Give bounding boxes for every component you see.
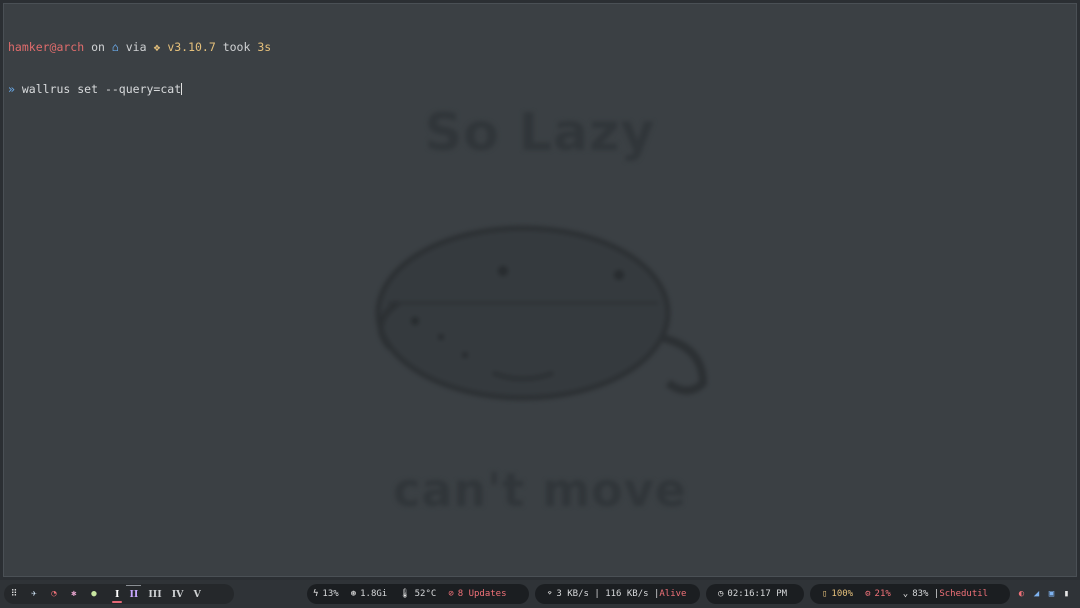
workspace-4[interactable]: IV — [167, 585, 189, 603]
command-duration: 3s — [257, 40, 272, 54]
prompt-on: on — [84, 40, 112, 54]
network-stats[interactable]: ⌔ 3 KB/s | 116 KB/s | Alive — [535, 584, 700, 604]
temperature: 🌡︎ 52°C — [399, 589, 437, 599]
system-stats: ϟ 13% ⊛ 1.8Gi 🌡︎ 52°C ⊘ 8 Updates — [307, 584, 529, 604]
slack-icon[interactable]: ✱ — [64, 589, 84, 599]
power-stats: ▯ 100% ⚙ 21% ⌄ 83% | Schedutil — [810, 584, 1010, 604]
command-input[interactable]: wallrus set --query=cat — [22, 82, 181, 96]
python-version: v3.10.7 — [167, 40, 216, 54]
desktop: So Lazy can't move hamker@arch on ⌂ via … — [0, 0, 1080, 608]
telegram-icon[interactable]: ✈ — [24, 589, 44, 599]
cpu-governor: Schedutil — [939, 589, 989, 599]
cpu-icon: ⚙ — [865, 589, 871, 599]
updates-icon: ⊘ — [448, 589, 454, 599]
battery-charge: ϟ 13% — [313, 589, 339, 599]
wifi-icon: ⌔ — [547, 589, 553, 599]
terminal-output[interactable]: hamker@arch on ⌂ via ❖ v3.10.7 took 3s »… — [8, 12, 271, 124]
updates[interactable]: ⊘ 8 Updates — [448, 589, 506, 599]
clock-time: 02:16:17 PM — [727, 589, 788, 599]
prompt-symbol: » — [8, 82, 15, 96]
memory-icon: ⊛ — [350, 589, 357, 599]
cpu: ⚙ 21% — [865, 589, 891, 599]
battery-icon[interactable]: ▮ — [1059, 589, 1074, 599]
network: ⌔ 3 KB/s | 116 KB/s | Alive — [547, 589, 687, 599]
user-host: hamker@arch — [8, 40, 85, 54]
thermometer-icon: 🌡︎ — [399, 589, 411, 599]
workspace-2[interactable]: II — [124, 585, 143, 603]
taskbar: ⠿ ✈ ◔ ✱ ● I II III IV V ϟ 13% ⊛ 1.8Gi 🌡︎ 52… — [0, 580, 1080, 608]
clock[interactable]: ◷ 02:16:17 PM — [706, 584, 804, 604]
terminal-window[interactable]: So Lazy can't move hamker@arch on ⌂ via … — [3, 3, 1077, 577]
spotify-icon[interactable]: ● — [84, 589, 104, 599]
signal-icon[interactable]: ◢ — [1029, 589, 1044, 599]
network-status: Alive — [659, 589, 687, 599]
workspace-5[interactable]: V — [189, 585, 206, 603]
prompt-took: took — [215, 40, 258, 54]
command-line[interactable]: » wallrus set --query=cat — [8, 82, 271, 96]
text-cursor — [181, 83, 183, 95]
lightning-icon: ϟ — [313, 589, 319, 599]
app-grid-icon[interactable]: ⠿ — [4, 589, 24, 599]
workspace-1[interactable]: I — [110, 585, 124, 603]
battery: ▯ 100% — [822, 589, 854, 599]
clock-icon: ◷ — [718, 589, 724, 599]
python-icon: ❖ — [153, 40, 161, 54]
printer-icon[interactable]: ▣ — [1044, 589, 1059, 599]
wallpaper-caption: can't move — [393, 463, 687, 517]
brightness-governor: ⌄ 83% | Schedutil — [902, 589, 989, 599]
battery-full-icon: ▯ — [822, 589, 828, 599]
chevron-down-icon: ⌄ — [902, 589, 909, 599]
workspace-3[interactable]: III — [143, 585, 166, 603]
home-icon: ⌂ — [111, 40, 119, 54]
debian-swirl-icon[interactable]: ◔ — [44, 589, 64, 599]
prompt-via: via — [118, 40, 154, 54]
system-tray: ◐ ◢ ▣ ▮ — [1014, 584, 1076, 604]
memory: ⊛ 1.8Gi — [350, 589, 388, 599]
prompt-line: hamker@arch on ⌂ via ❖ v3.10.7 took 3s — [8, 40, 271, 54]
github-icon[interactable]: ◐ — [1014, 589, 1029, 599]
apps-and-workspaces: ⠿ ✈ ◔ ✱ ● I II III IV V — [4, 584, 234, 604]
